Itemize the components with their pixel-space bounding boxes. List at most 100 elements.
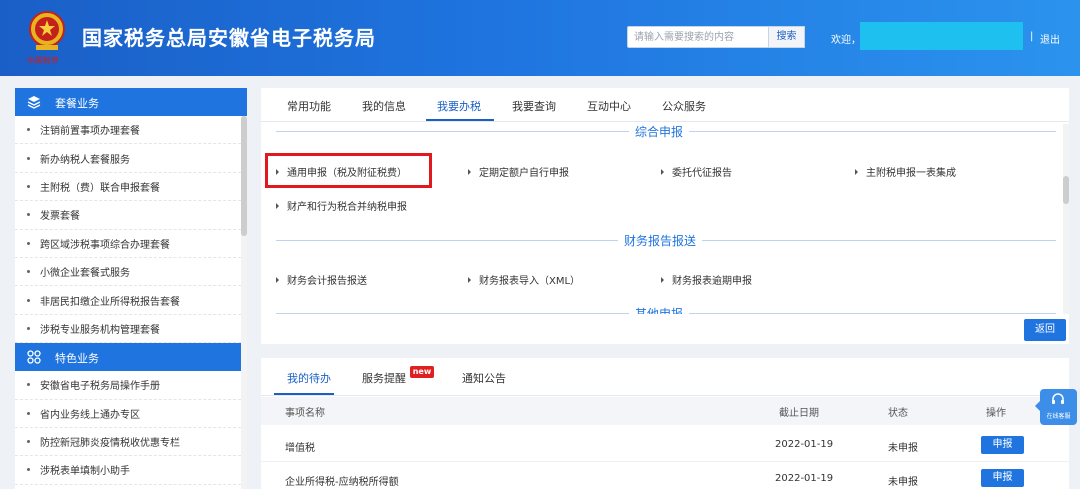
online-service-label: 在线客服 [1046, 413, 1071, 420]
bullet-icon [27, 468, 30, 472]
tab-common-functions[interactable]: 常用功能 [287, 98, 331, 114]
sidebar-item[interactable]: 非居民扣缴企业所得税报告套餐 [15, 286, 241, 315]
tab-handle-tax[interactable]: 我要办税 [437, 98, 481, 114]
row-deadline: 2022-01-19 [775, 473, 834, 484]
main-tabs: 常用功能 我的信息 我要办税 我要查询 互动中心 公众服务 [261, 88, 1069, 122]
sidebar-item[interactable]: 小微企业套餐式服务 [15, 258, 241, 287]
sidebar-item[interactable]: 注销前置事项办理套餐 [15, 116, 241, 145]
tab-my-todo[interactable]: 我的待办 [287, 370, 331, 386]
panel-scrollbar[interactable] [1063, 124, 1069, 314]
row-status: 未申报 [888, 443, 918, 454]
bullet-icon [27, 411, 30, 415]
featured-section-title: 特色业务 [55, 352, 99, 366]
caret-right-icon [276, 203, 279, 209]
bullet-icon [27, 156, 30, 160]
sidebar-item-label: 省内业务线上通办专区 [40, 409, 140, 421]
declare-button[interactable]: 申报 [981, 436, 1024, 454]
bullet-icon [27, 184, 30, 188]
row-name: 企业所得税-应纳税所得额 [285, 477, 399, 488]
entry-entrusted-collection[interactable]: 委托代征报告 [661, 164, 732, 179]
new-badge: new [410, 366, 434, 378]
sidebar-item[interactable]: 涉税专业服务机构管理套餐 [15, 315, 241, 344]
separator: | [1030, 31, 1034, 42]
row-deadline: 2022-01-19 [775, 439, 834, 450]
bullet-icon [27, 326, 30, 330]
section-title-comprehensive: 综合申报 [629, 123, 690, 140]
row-status: 未申报 [888, 477, 918, 488]
username-redacted [860, 22, 1023, 50]
entry-label: 主附税申报一表集成 [866, 168, 956, 179]
caret-right-icon [468, 277, 471, 283]
column-header-name: 事项名称 [285, 408, 325, 419]
site-title: 国家税务总局安徽省电子税务局 [82, 26, 376, 50]
sidebar-item[interactable]: 涉税表单填制小助手 [15, 456, 241, 485]
column-header-status: 状态 [888, 408, 908, 419]
sidebar-item-label: 新办纳税人套餐服务 [40, 154, 130, 166]
package-section-header[interactable]: 套餐业务 [15, 88, 247, 116]
top-header: 中国税务 国家税务总局安徽省电子税务局 搜索 欢迎， | 退出 [0, 0, 1080, 76]
sidebar-item[interactable]: 防控新冠肺炎疫情税收优惠专栏 [15, 428, 241, 457]
tab-my-info[interactable]: 我的信息 [362, 98, 406, 114]
pointer-arrow [1035, 401, 1040, 411]
back-button[interactable]: 返回 [1024, 319, 1066, 341]
entry-label: 定期定额户自行申报 [479, 168, 569, 179]
tab-service-reminder[interactable]: 服务提醒 [362, 370, 406, 386]
sidebar-item[interactable]: 安徽省电子税务局操作手册 [15, 371, 241, 400]
search-input[interactable] [628, 27, 768, 47]
package-list: 注销前置事项办理套餐 新办纳税人套餐服务 主附税（费）联合申报套餐 发票套餐 跨… [15, 116, 247, 344]
online-service-button[interactable]: 在线客服 [1035, 389, 1077, 425]
sidebar-item-label: 主附税（费）联合申报套餐 [40, 182, 160, 194]
logout-link[interactable]: 退出 [1040, 31, 1060, 46]
sidebar-item-label: 涉税表单填制小助手 [40, 466, 130, 478]
bullet-icon [27, 241, 30, 245]
layers-icon [27, 96, 41, 109]
section-title-financial: 财务报告报送 [618, 232, 703, 249]
sidebar-item[interactable]: 省内业务线上通办专区 [15, 400, 241, 428]
sidebar-item[interactable]: 跨区域涉税事项综合办理套餐 [15, 230, 241, 258]
featured-section-header[interactable]: 特色业务 [15, 343, 247, 372]
caret-right-icon [855, 169, 858, 175]
entry-integrated-form[interactable]: 主附税申报一表集成 [855, 164, 956, 179]
sidebar-item[interactable]: 主附税（费）联合申报套餐 [15, 173, 241, 202]
entry-xml-import[interactable]: 财务报表导入（XML） [468, 272, 580, 287]
caret-right-icon [276, 277, 279, 283]
sidebar-item-label: 跨区域涉税事项综合办理套餐 [40, 239, 170, 251]
tab-interaction[interactable]: 互动中心 [587, 98, 631, 114]
tab-query[interactable]: 我要查询 [512, 98, 556, 114]
entry-label: 财务报表逾期申报 [672, 276, 752, 287]
tax-emblem-icon: 中国税务 [26, 11, 65, 65]
caret-right-icon [661, 277, 664, 283]
sidebar-scrollbar[interactable] [241, 116, 247, 489]
scrollbar-thumb[interactable] [241, 116, 247, 236]
entry-property-behavior-tax[interactable]: 财产和行为税合并纳税申报 [276, 198, 407, 213]
bullet-icon [27, 440, 30, 444]
highlight-box [265, 153, 432, 188]
active-tab-indicator [274, 393, 334, 395]
caret-right-icon [661, 169, 664, 175]
entry-label: 财务会计报告报送 [287, 276, 367, 287]
search-button[interactable]: 搜索 [769, 26, 805, 48]
entry-financial-report[interactable]: 财务会计报告报送 [276, 272, 367, 287]
sidebar-item-label: 涉税专业服务机构管理套餐 [40, 324, 160, 336]
tab-notices[interactable]: 通知公告 [462, 370, 506, 386]
declare-button[interactable]: 申报 [981, 469, 1024, 487]
bullet-icon [27, 383, 30, 387]
entry-overdue-report[interactable]: 财务报表逾期申报 [661, 272, 752, 287]
tab-public-service[interactable]: 公众服务 [662, 98, 706, 114]
bullet-icon [27, 298, 30, 302]
entry-label: 委托代征报告 [672, 168, 732, 179]
other-section-clip: 其他申报 [261, 305, 1063, 314]
featured-list: 安徽省电子税务局操作手册 省内业务线上通办专区 防控新冠肺炎疫情税收优惠专栏 涉… [15, 371, 247, 485]
column-header-action: 操作 [986, 408, 1006, 419]
bullet-icon [27, 270, 30, 274]
column-header-deadline: 截止日期 [779, 408, 819, 419]
search-field[interactable] [627, 26, 769, 48]
sidebar-item-label: 小微企业套餐式服务 [40, 268, 130, 280]
sidebar-item[interactable]: 新办纳税人套餐服务 [15, 144, 241, 173]
bullet-icon [27, 128, 30, 132]
sidebar-item-label: 注销前置事项办理套餐 [40, 126, 140, 138]
scrollbar-thumb[interactable] [1063, 176, 1069, 204]
bullet-icon [27, 213, 30, 217]
entry-fixed-quota[interactable]: 定期定额户自行申报 [468, 164, 569, 179]
sidebar-item[interactable]: 发票套餐 [15, 201, 241, 230]
